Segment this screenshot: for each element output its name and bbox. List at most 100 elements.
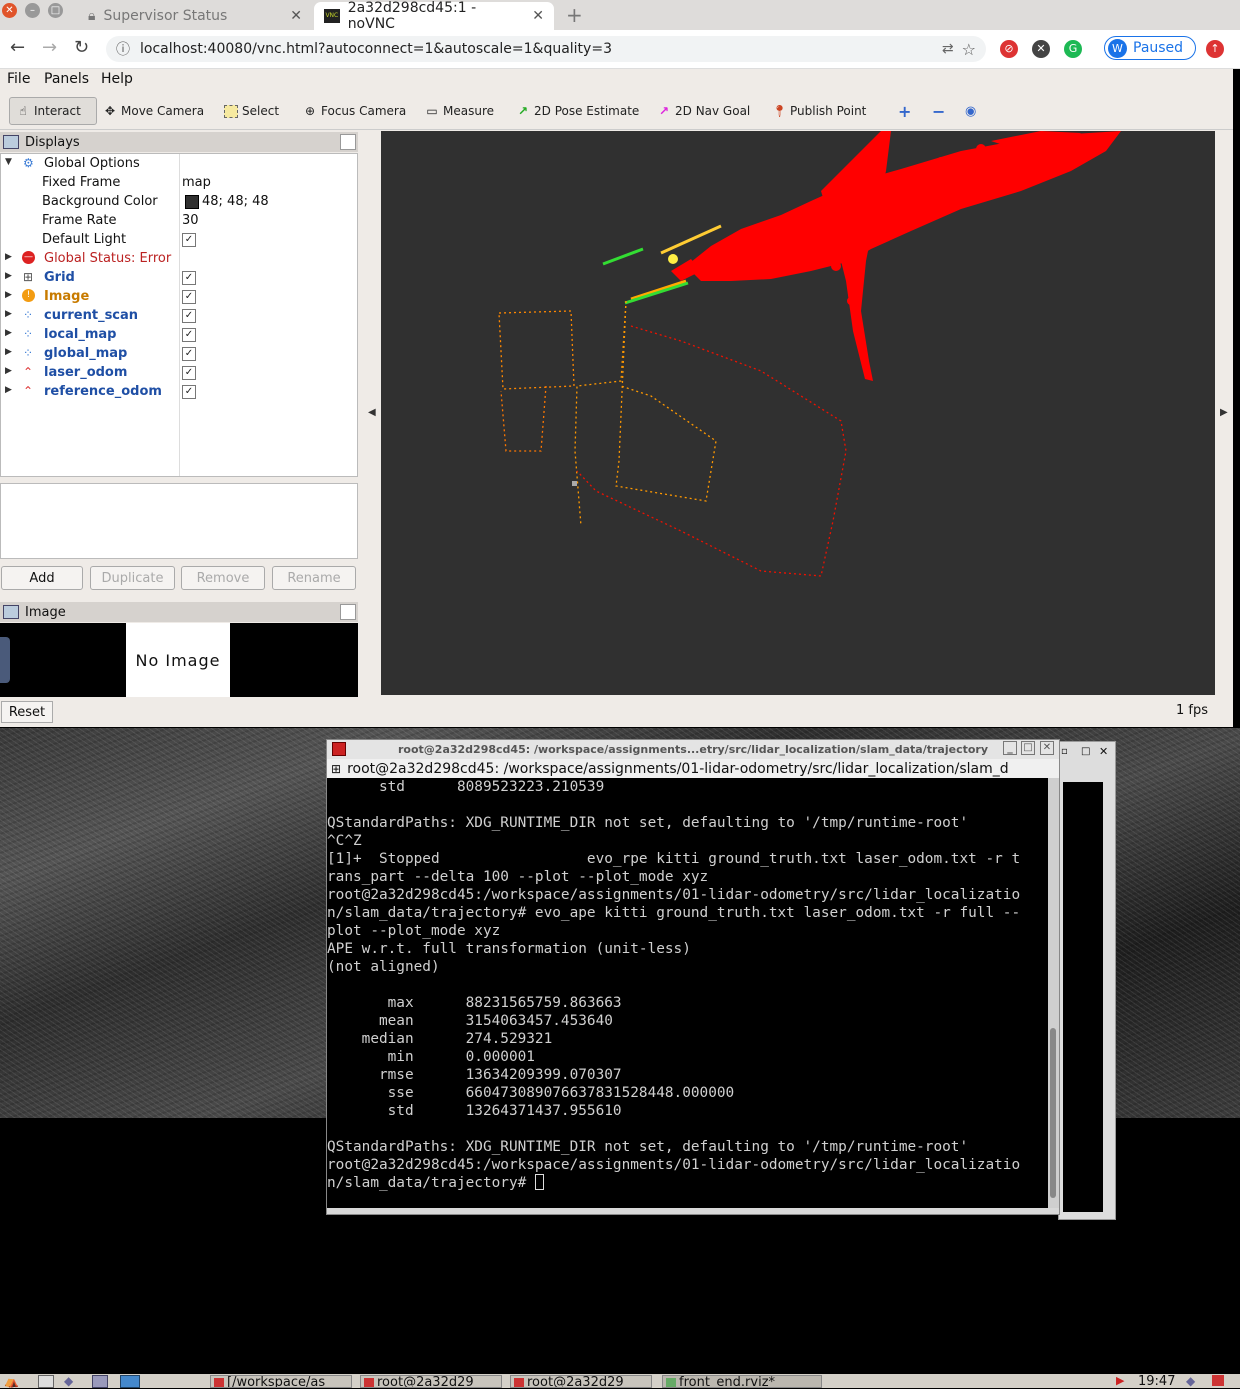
collapse-left-icon[interactable]: ◀ <box>368 407 376 418</box>
tree-grid[interactable]: ▶ ⊞ Grid ✓ <box>1 268 357 287</box>
menu-panels[interactable]: Panels <box>44 71 89 87</box>
terminal-window[interactable]: root@2a32d298cd45: /workspace/assignment… <box>326 739 1060 1215</box>
tree-background-color[interactable]: Background Color 48; 48; 48 <box>1 192 357 211</box>
tree-default-light[interactable]: Default Light ✓ <box>1 230 357 249</box>
tool-focus-camera[interactable]: ⊕ Focus Camera <box>303 97 406 125</box>
task-workspace[interactable]: [/workspace/as <box>210 1375 352 1388</box>
launcher-icon[interactable] <box>120 1375 140 1388</box>
collapse-right-icon[interactable]: ▶ <box>1220 407 1228 418</box>
task-rviz[interactable]: front_end.rviz* <box>662 1375 822 1388</box>
forward-icon[interactable]: → <box>42 37 57 58</box>
tray-icon[interactable] <box>1212 1375 1224 1386</box>
task-terminal-2[interactable]: root@2a32d29 <box>510 1375 652 1388</box>
new-tab-icon[interactable]: + <box>566 3 583 27</box>
expand-arrow-icon[interactable]: ▶ <box>5 347 12 357</box>
tool-select[interactable]: Select <box>224 97 279 125</box>
tab-supervisor-status[interactable]: 🔒︎ Supervisor Status ✕ <box>78 2 312 30</box>
grid-checkbox[interactable]: ✓ <box>182 271 196 285</box>
minimize-window-icon[interactable]: _ <box>1003 741 1017 755</box>
expand-arrow-icon[interactable]: ▶ <box>5 309 12 319</box>
bg-color-value[interactable]: 48; 48; 48 <box>202 194 269 209</box>
back-icon[interactable]: ← <box>10 37 25 58</box>
extension-dark-icon[interactable]: ✕ <box>1032 40 1050 58</box>
rename-button[interactable]: Rename <box>272 566 356 590</box>
tree-global-status[interactable]: ▶ — Global Status: Error <box>1 249 357 268</box>
tree-current-scan[interactable]: ▶ ⁘ current_scan ✓ <box>1 306 357 325</box>
global-map-checkbox[interactable]: ✓ <box>182 347 196 361</box>
bookmark-star-icon[interactable]: ☆ <box>962 40 976 59</box>
update-icon[interactable]: ↑ <box>1206 40 1224 58</box>
reference-odom-checkbox[interactable]: ✓ <box>182 385 196 399</box>
tool-interact[interactable]: ☝ Interact <box>9 97 97 125</box>
tree-global-options[interactable]: ▼ ⚙ Global Options <box>1 154 357 173</box>
expand-arrow-icon[interactable]: ▶ <box>5 271 12 281</box>
expand-arrow-icon[interactable]: ▼ <box>5 157 12 167</box>
expand-arrow-icon[interactable]: ▶ <box>5 328 12 338</box>
grammarly-icon[interactable]: G <box>1064 40 1082 58</box>
left-splitter[interactable]: ◀ <box>362 131 380 695</box>
profile-button[interactable]: W Paused <box>1104 36 1196 60</box>
add-button[interactable]: Add <box>1 566 83 590</box>
info-icon[interactable]: ⓘ <box>116 39 130 59</box>
maximize-window-icon[interactable]: □ <box>1021 741 1035 755</box>
launcher-icon[interactable] <box>38 1375 54 1388</box>
right-splitter[interactable]: ▶ <box>1216 131 1232 695</box>
minimize-window-icon[interactable]: ▫ <box>1061 746 1068 757</box>
expand-arrow-icon[interactable]: ▶ <box>5 252 12 262</box>
terminal-tab[interactable]: ⊞ root@2a32d298cd45: /workspace/assignme… <box>327 759 1059 778</box>
image-checkbox[interactable]: ✓ <box>182 290 196 304</box>
translate-icon[interactable]: ⇄ <box>942 41 954 57</box>
terminal-scrollbar[interactable] <box>1048 778 1059 1208</box>
close-window-icon[interactable]: ✕ <box>2 3 17 18</box>
tab-close-icon[interactable]: ✕ <box>290 8 302 24</box>
reload-icon[interactable]: ↻ <box>74 37 89 58</box>
volume-icon[interactable]: ▶ <box>1116 1374 1124 1387</box>
expand-arrow-icon[interactable]: ▶ <box>5 385 12 395</box>
remove-tool-icon[interactable]: − <box>932 97 945 125</box>
fixed-frame-value[interactable]: map <box>182 175 211 190</box>
float-panel-checkbox[interactable] <box>340 604 356 620</box>
maximize-window-icon[interactable]: □ <box>1081 746 1090 757</box>
tool-2d-nav-goal[interactable]: ↗ 2D Nav Goal <box>657 97 750 125</box>
tab-novnc[interactable]: VNC 2a32d298cd45:1 - noVNC ✕ <box>314 0 554 32</box>
tree-reference-odom[interactable]: ▶ ⌃ reference_odom ✓ <box>1 382 357 401</box>
tab-close-icon[interactable]: ✕ <box>532 8 544 24</box>
eye-icon[interactable]: ◉ <box>965 97 976 125</box>
close-window-icon[interactable]: ✕ <box>1040 741 1054 755</box>
reset-button[interactable]: Reset <box>1 701 53 723</box>
menu-file[interactable]: File <box>7 71 30 87</box>
tree-frame-rate[interactable]: Frame Rate 30 <box>1 211 357 230</box>
launcher-icon[interactable] <box>92 1375 108 1388</box>
address-bar[interactable]: ⓘ localhost:40080/vnc.html?autoconnect=1… <box>106 36 986 62</box>
tree-fixed-frame[interactable]: Fixed Frame map <box>1 173 357 192</box>
menu-help[interactable]: Help <box>101 71 133 87</box>
tree-image[interactable]: ▶ ! Image ✓ <box>1 287 357 306</box>
current-scan-checkbox[interactable]: ✓ <box>182 309 196 323</box>
launcher-icon[interactable]: ◆ <box>64 1374 73 1388</box>
local-map-checkbox[interactable]: ✓ <box>182 328 196 342</box>
expand-arrow-icon[interactable]: ▶ <box>5 290 12 300</box>
tray-icon[interactable]: ◆ <box>1186 1374 1195 1388</box>
expand-arrow-icon[interactable]: ▶ <box>5 366 12 376</box>
maximize-window-icon[interactable]: □ <box>48 3 63 18</box>
tool-2d-pose-estimate[interactable]: ↗ 2D Pose Estimate <box>516 97 639 125</box>
task-terminal-1[interactable]: root@2a32d29 <box>360 1375 502 1388</box>
background-terminal-window[interactable]: ▫ □ ✕ <box>1058 741 1116 1220</box>
duplicate-button[interactable]: Duplicate <box>90 566 175 590</box>
remove-button[interactable]: Remove <box>181 566 265 590</box>
close-window-icon[interactable]: ✕ <box>1099 745 1108 758</box>
start-menu-icon[interactable]: ⛺ <box>4 1374 19 1388</box>
terminal-output[interactable]: std 8089523223.210539 QStandardPaths: XDG… <box>327 778 1049 1208</box>
frame-rate-value[interactable]: 30 <box>182 213 199 228</box>
scrollbar-thumb[interactable] <box>1050 1028 1056 1198</box>
default-light-checkbox[interactable]: ✓ <box>182 233 196 247</box>
tree-global-map[interactable]: ▶ ⁘ global_map ✓ <box>1 344 357 363</box>
tool-publish-point[interactable]: 📍︎ Publish Point <box>772 97 866 125</box>
side-drawer-handle[interactable] <box>0 637 10 683</box>
terminal-title-bar[interactable]: root@2a32d298cd45: /workspace/assignment… <box>327 740 1059 759</box>
tree-laser-odom[interactable]: ▶ ⌃ laser_odom ✓ <box>1 363 357 382</box>
3d-viewport[interactable] <box>381 131 1215 695</box>
tree-local-map[interactable]: ▶ ⁘ local_map ✓ <box>1 325 357 344</box>
float-panel-checkbox[interactable] <box>340 134 356 150</box>
extension-block-icon[interactable]: ⊘ <box>1000 40 1018 58</box>
